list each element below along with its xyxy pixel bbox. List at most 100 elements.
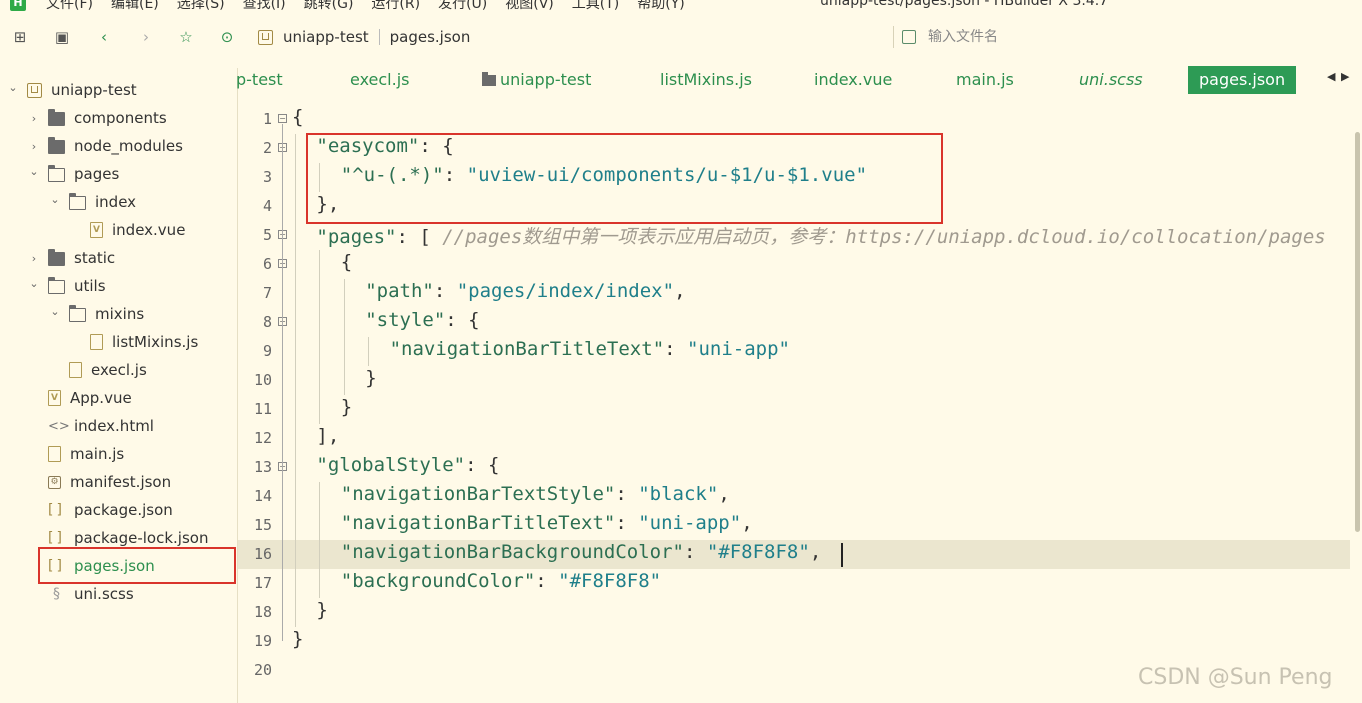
chevron-down-icon[interactable]: ⌄ (49, 193, 61, 206)
indent-guide (295, 134, 296, 627)
menu-item[interactable]: 查找(I) (243, 0, 286, 12)
code-line[interactable]: 16 "navigationBarBackgroundColor": "#F8F8… (238, 540, 1350, 569)
code-line[interactable]: 9 "navigationBarTitleText": "uni-app" (238, 337, 1350, 366)
favorite-star-icon[interactable]: ☆ (176, 26, 196, 48)
code-line[interactable]: 11} (238, 395, 1350, 424)
line-number: 13 (253, 458, 272, 476)
tree-item-components[interactable]: › components (0, 104, 238, 132)
tab-scroll-right-icon[interactable]: ▶ (1341, 70, 1349, 83)
tree-item-package-json[interactable]: [] package.json (0, 496, 238, 524)
chevron-right-icon[interactable]: › (28, 112, 40, 125)
code-line[interactable]: 10} (238, 366, 1350, 395)
indent-guide (319, 482, 321, 598)
tree-item-uniapp-test[interactable]: ⌄ uniapp-test (0, 76, 238, 104)
code-line[interactable]: 17 "backgroundColor": "#F8F8F8" (238, 569, 1350, 598)
code-punctuation: } (340, 396, 353, 418)
tab-listmixins-js[interactable]: listMixins.js (660, 66, 752, 94)
text-caret (841, 543, 843, 567)
line-number: 14 (253, 487, 272, 505)
tree-item-node-modules[interactable]: › node_modules (0, 132, 238, 160)
tree-item-static[interactable]: › static (0, 244, 238, 272)
code-line[interactable]: 8−"style": { (238, 308, 1350, 337)
folder-open-icon (47, 277, 65, 294)
chevron-down-icon[interactable]: ⌄ (7, 81, 19, 94)
code-text: "navigationBarTitleText": "uni-app" (390, 338, 790, 360)
code-punctuation: } (365, 367, 377, 389)
menu-item[interactable]: 运行(R) (371, 0, 420, 12)
chevron-down-icon[interactable]: ⌄ (28, 277, 40, 290)
code-line[interactable]: 1−{ (238, 105, 1350, 134)
tree-item-app-vue[interactable]: V App.vue (0, 384, 238, 412)
tree-item-utils[interactable]: ⌄ utils (0, 272, 238, 300)
tab-uni-scss[interactable]: uni.scss (1079, 66, 1143, 94)
code-line[interactable]: 5−"pages": [ //pages数组中第一项表示应用启动页，参考：htt… (238, 221, 1350, 250)
breadcrumb-project[interactable]: uniapp-test (283, 28, 369, 46)
tree-item-execl-js[interactable]: execl.js (0, 356, 238, 384)
json-key: "pages" (316, 226, 397, 248)
save-icon[interactable]: ▣ (52, 26, 72, 48)
menu-item[interactable]: 帮助(Y) (637, 0, 684, 12)
scrollbar-thumb[interactable] (1355, 132, 1360, 532)
tab-uniapp-test[interactable]: uniapp-test (482, 66, 591, 94)
tree-item-manifest-json[interactable]: ⚙ manifest.json (0, 468, 238, 496)
chevron-down-icon[interactable]: ⌄ (49, 305, 61, 318)
tree-item-uni-scss[interactable]: § uni.scss (0, 580, 238, 608)
json-file-icon: [] (48, 502, 65, 518)
menu-item[interactable]: 跳转(G) (304, 0, 354, 12)
code-line[interactable]: 14 "navigationBarTextStyle": "black", (238, 482, 1350, 511)
menu-item[interactable]: 文件(F) (46, 0, 93, 12)
run-icon[interactable]: ⊙ (217, 26, 237, 48)
tab-execl-js[interactable]: execl.js (350, 66, 410, 94)
tab-index-vue[interactable]: index.vue (814, 66, 892, 94)
folder-icon (48, 137, 65, 154)
code-line[interactable]: 6−{ (238, 250, 1350, 279)
tab-pages-json[interactable]: pages.json (1188, 66, 1297, 94)
tree-item-index[interactable]: ⌄ index (0, 188, 238, 216)
code-line[interactable]: 12], (238, 424, 1350, 453)
code-text: { (341, 251, 352, 273)
tree-item-main-js[interactable]: main.js (0, 440, 238, 468)
chevron-down-icon[interactable]: ⌄ (28, 165, 40, 178)
menu-item[interactable]: 工具(T) (572, 0, 619, 12)
menu-item[interactable]: 视图(V) (505, 0, 554, 12)
fold-range-line (282, 124, 283, 641)
editor-scrollbar[interactable] (1353, 66, 1362, 703)
js-file-icon (48, 446, 61, 462)
back-icon[interactable]: ‹ (94, 26, 114, 48)
fold-toggle-icon[interactable]: − (278, 114, 287, 123)
new-file-icon[interactable]: ⊞ (10, 26, 30, 48)
tree-item-pages[interactable]: ⌄ pages (0, 160, 238, 188)
code-line[interactable]: 18} (238, 598, 1350, 627)
code-line[interactable]: 7 "path": "pages/index/index", (238, 279, 1350, 308)
tree-item-mixins[interactable]: ⌄ mixins (0, 300, 238, 328)
menu-item[interactable]: 发行(U) (438, 0, 487, 12)
chevron-right-icon[interactable]: › (28, 140, 40, 153)
project-explorer: ⌄ uniapp-test › components › node_modules ⌄ pag… (0, 68, 238, 703)
line-number: 6 (262, 255, 272, 273)
menu-item[interactable]: 编辑(E) (111, 0, 159, 12)
tab-scroll-left-icon[interactable]: ◀ (1327, 70, 1335, 83)
code-text: "path": "pages/index/index", (365, 280, 685, 302)
tab-p-test[interactable]: p-test (236, 66, 283, 94)
folder-open-icon (68, 305, 86, 322)
tree-item-label: utils (74, 277, 106, 295)
tree-item-index-html[interactable]: <> index.html (0, 412, 238, 440)
code-punctuation: } (292, 628, 304, 650)
menu-items: 文件(F) 编辑(E) 选择(S) 查找(I) 跳转(G) 运行(R) 发行(U) 视图(V)… (46, 0, 703, 13)
forward-icon[interactable]: › (136, 26, 156, 48)
json-string: "uni-app" (687, 338, 790, 360)
tree-item-index-vue[interactable]: Vindex.vue (0, 216, 238, 244)
breadcrumb-file[interactable]: pages.json (390, 28, 471, 46)
menu-item[interactable]: 选择(S) (177, 0, 225, 12)
line-number: 11 (253, 400, 272, 418)
code-text: } (341, 396, 352, 418)
file-search-input[interactable] (928, 29, 1228, 45)
code-line[interactable]: 15 "navigationBarTitleText": "uni-app", (238, 511, 1350, 540)
tab-label: uniapp-test (500, 70, 592, 89)
chevron-right-icon[interactable]: › (28, 252, 40, 265)
line-number: 3 (262, 168, 272, 186)
code-line[interactable]: 19} (238, 627, 1350, 656)
tab-main-js[interactable]: main.js (956, 66, 1014, 94)
code-line[interactable]: 13−"globalStyle": { (238, 453, 1350, 482)
tree-item-listmixins-js[interactable]: listMixins.js (0, 328, 238, 356)
